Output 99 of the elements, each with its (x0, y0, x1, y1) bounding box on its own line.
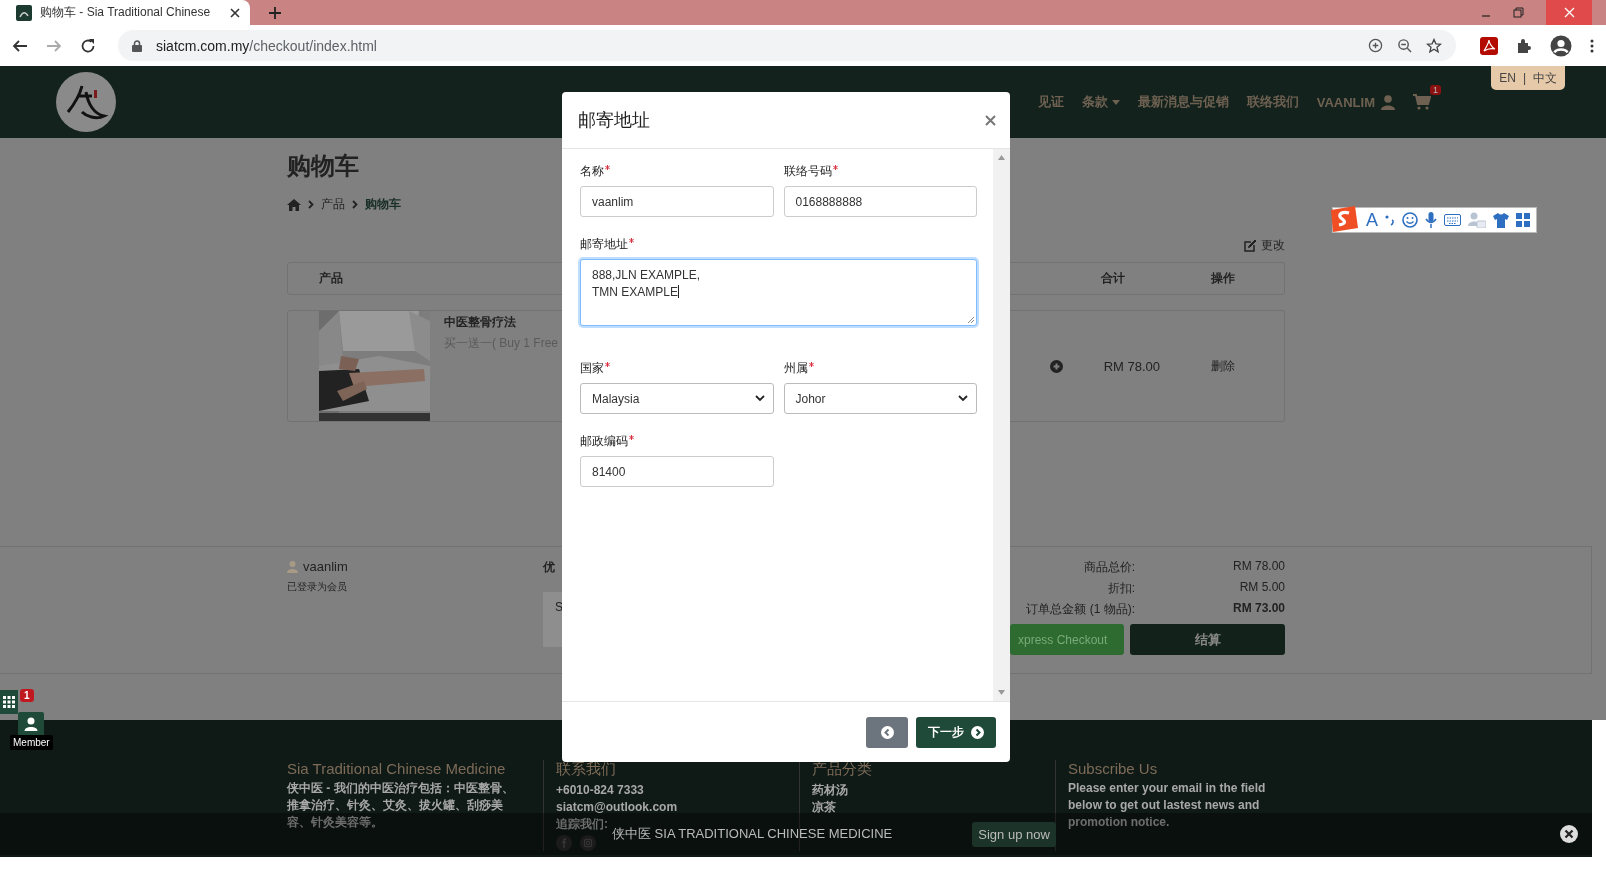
tab-title: 购物车 - Sia Traditional Chinese (40, 4, 212, 21)
breadcrumb-link[interactable]: 购物车 (365, 196, 401, 213)
puzzle-icon[interactable] (1516, 37, 1532, 54)
language-option[interactable]: 中文 (1533, 69, 1557, 87)
field-label: 名称 (580, 163, 604, 180)
user-name: vaanlim (303, 559, 348, 574)
zoom-out-icon[interactable] (1397, 38, 1412, 53)
column-header: 产品 (319, 270, 343, 287)
language-separator: | (1522, 71, 1526, 85)
ime-letter[interactable]: A (1366, 209, 1378, 231)
home-icon[interactable] (287, 198, 301, 211)
footer-text: +6010-824 7333 (556, 782, 644, 799)
member-tooltip: Member (10, 735, 53, 750)
user-icon[interactable] (1381, 94, 1395, 110)
footer-text[interactable]: 药材汤 (812, 782, 848, 799)
chevron-icon (308, 200, 314, 209)
logo-icon[interactable] (56, 72, 116, 132)
field-label: 联络号码 (783, 163, 832, 180)
member-status: 已登录为会员 (287, 580, 348, 594)
pdf-extension-icon[interactable] (1480, 36, 1498, 55)
footer-text[interactable]: 凉茶 (812, 799, 836, 816)
footer-heading: 联系我们 (556, 760, 616, 779)
chevron-right-icon (971, 725, 984, 739)
field-label: 邮政编码 (580, 433, 628, 450)
close-icon (1563, 7, 1575, 18)
close-icon[interactable] (1560, 825, 1578, 843)
cart-count-badge: 1 (1430, 85, 1441, 95)
dialog-title: 邮寄地址 (578, 109, 650, 132)
chevron-down-icon (754, 395, 765, 402)
member-button[interactable] (18, 712, 44, 736)
select-field[interactable]: Malaysia (580, 383, 774, 414)
resize-grip-icon[interactable] (967, 316, 974, 323)
footer-text: siatcm@outlook.com (556, 799, 678, 816)
edit-link[interactable]: 更改 (1244, 237, 1285, 254)
chevron-icon (352, 200, 358, 209)
grid-icon[interactable] (1516, 213, 1530, 227)
smiley-icon[interactable] (1402, 212, 1418, 228)
summary-label: 商品总价: (1082, 559, 1135, 576)
shirt-icon[interactable] (1493, 212, 1509, 228)
select-field[interactable]: Johor (783, 383, 977, 414)
sign-up-button[interactable]: Sign up now (972, 821, 1056, 847)
add-circle-icon[interactable] (1368, 38, 1383, 53)
cart-icon[interactable] (1413, 94, 1431, 110)
input-field[interactable]: 81400 (580, 456, 774, 487)
footer-text: 追踪我们: (556, 816, 608, 833)
menu-icon[interactable] (1590, 38, 1594, 53)
browser-tab[interactable]: 购物车 - Sia Traditional Chinese (0, 0, 250, 25)
chevron-down-icon (958, 395, 968, 402)
field-label: 邮寄地址 (580, 236, 628, 253)
close-icon[interactable] (230, 7, 240, 18)
address-bar[interactable]: siatcm.com.my/checkout/index.html (118, 30, 1456, 61)
footer-heading: 产品分类 (812, 760, 872, 779)
lock-icon (132, 39, 142, 52)
summary-value: RM 78.00 (1231, 559, 1285, 575)
column-header: 合计 (1101, 270, 1125, 287)
microphone-icon[interactable] (1425, 212, 1437, 228)
summary-label: 折扣: (1106, 580, 1135, 597)
footer-heading: Sia Traditional Chinese Medicine (287, 760, 506, 777)
summary-label: 订单总金额 (1 物品): (1025, 601, 1135, 618)
summary-value: RM 5.00 (1238, 580, 1285, 596)
field-label: 国家 (580, 360, 604, 377)
back-button[interactable] (866, 716, 908, 748)
url-text: siatcm.com.my/checkout/index.html (156, 37, 377, 54)
site-favicon-icon (16, 4, 32, 21)
input-field[interactable]: 0168888888 (783, 186, 977, 217)
restore-icon[interactable] (1513, 7, 1524, 18)
page-title: 购物车 (287, 151, 359, 181)
footer-paragraph: 侠中医 - 我们的中医治疗包括：中医整骨、推拿治疗、针灸、艾灸、拔火罐、刮痧美容、针灸美容等。 (287, 780, 515, 831)
input-field[interactable]: vaanlim (580, 186, 774, 217)
profile-icon[interactable] (1550, 34, 1572, 57)
keyboard-icon[interactable] (1444, 214, 1461, 226)
table-cell: RM 78.00 (1103, 358, 1160, 374)
coupon-label: 优 (543, 559, 556, 576)
language-option[interactable]: EN (1499, 71, 1516, 85)
address-field[interactable]: 888,JLN EXAMPLE, TMN EXAMPLE (580, 259, 977, 326)
user-icon (287, 560, 298, 573)
footer-heading: Subscribe Us (1068, 760, 1158, 777)
promo-text: 侠中医 SIA TRADITIONAL CHINESE MEDICINE (612, 825, 893, 843)
checkout-button[interactable]: 结算 (1130, 624, 1285, 655)
delete-link[interactable]: 删除 (1211, 357, 1235, 375)
star-icon[interactable] (1426, 37, 1442, 54)
new-tab-icon[interactable] (268, 5, 282, 20)
breadcrumb-link[interactable]: 产品 (321, 196, 345, 213)
back-icon[interactable] (12, 37, 28, 54)
footer-paragraph: Please enter your email in the field below to get out lastest news and promotion notice. (1068, 780, 1267, 831)
chevron-left-icon (880, 725, 894, 739)
user-icon (24, 717, 38, 731)
edit-icon (1244, 239, 1257, 252)
reload-icon[interactable] (80, 37, 96, 54)
next-button[interactable]: 下一步 (916, 716, 996, 748)
grid-icon (3, 696, 15, 708)
punctuation-icon[interactable] (1385, 213, 1395, 227)
plus-circle-icon[interactable] (1049, 359, 1063, 373)
notification-badge: 1 (20, 689, 34, 702)
field-label: 州属 (783, 360, 808, 377)
apps-button[interactable] (0, 690, 18, 714)
summary-value: RM 73.00 (1231, 601, 1285, 617)
column-header: 操作 (1211, 270, 1235, 287)
ime-logo-icon[interactable] (1329, 206, 1359, 232)
